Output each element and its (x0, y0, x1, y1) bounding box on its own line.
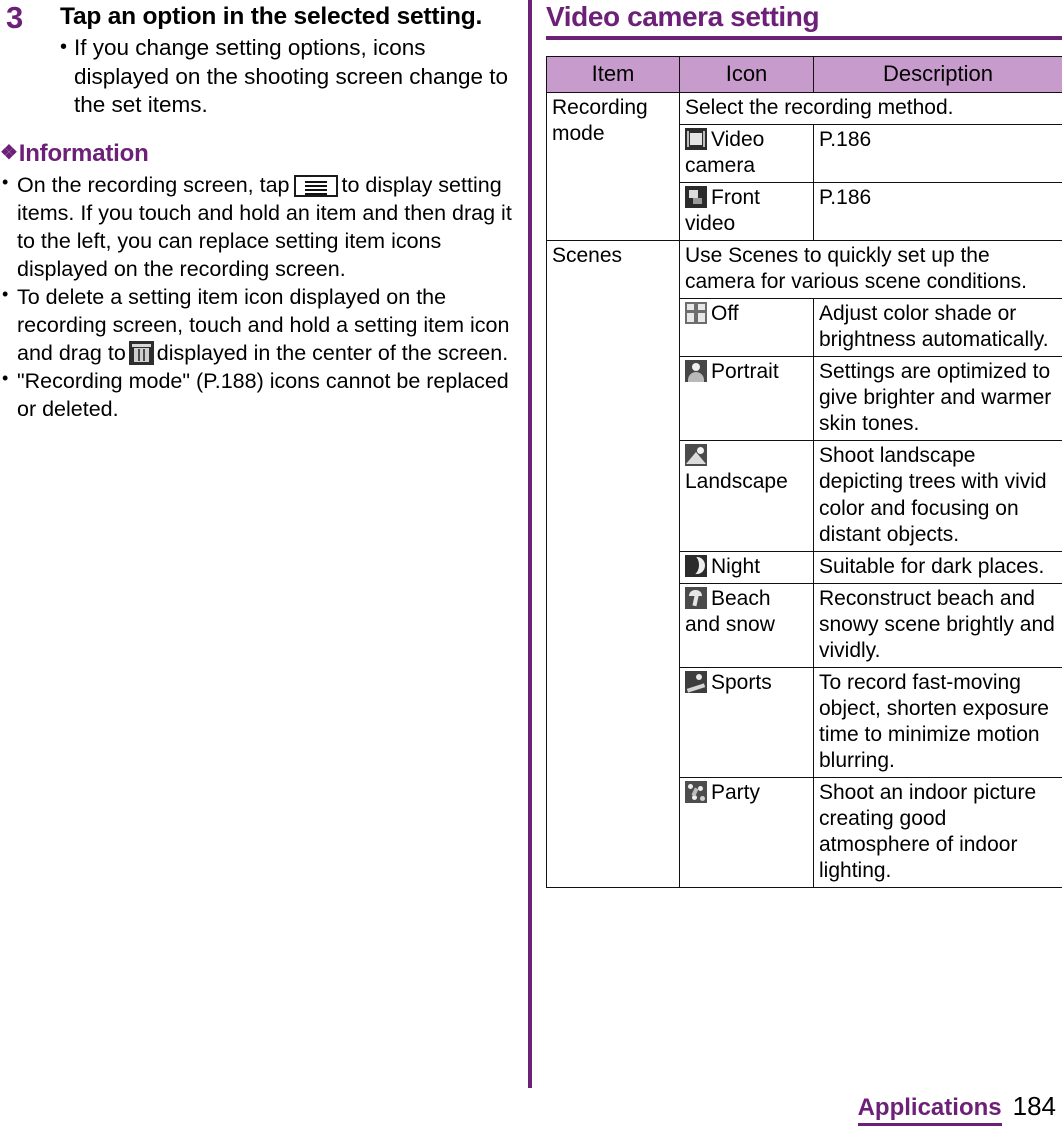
description-cell: Shoot landscape depicting trees with viv… (813, 440, 1062, 552)
description-cell: Shoot an indoor picture creating good at… (813, 776, 1062, 888)
column-header-description: Description (813, 55, 1062, 94)
table-header-row: Item Icon Description (546, 55, 1062, 94)
trash-icon (128, 340, 154, 365)
scene-off-icon (685, 302, 707, 325)
description-cell: Reconstruct beach and snowy scene bright… (813, 582, 1062, 668)
icon-cell: Beach and snow (679, 582, 814, 668)
information-heading-label: Information (18, 140, 149, 168)
step-number: 3 (6, 0, 24, 35)
list-item: On the recording screen, tapto display s… (0, 171, 516, 284)
item-scenes: Scenes (546, 240, 680, 888)
title-rule (546, 35, 1062, 40)
bullet-3-text: "Recording mode" (P.188) icons cannot be… (17, 368, 509, 421)
footer-page-number: 184 (1012, 1090, 1056, 1121)
description-cell: Adjust color shade or brightness automat… (813, 298, 1062, 358)
list-item: "Recording mode" (P.188) icons cannot be… (0, 367, 516, 424)
description-cell: P.186 (813, 182, 1062, 242)
column-header-icon: Icon (679, 55, 814, 94)
step-title: Tap an option in the selected setting. (60, 3, 483, 30)
description-cell: Settings are optimized to give brighter … (813, 356, 1062, 442)
list-item: To delete a setting item icon displayed … (0, 283, 516, 368)
description-cell: Suitable for dark places. (813, 550, 1062, 584)
table-row: Scenes Use Scenes to quickly set up the … (546, 240, 1062, 888)
icon-cell: Off (679, 298, 814, 358)
table-row: Recording mode Select the recording meth… (546, 92, 1062, 242)
page-title: Video camera setting (546, 1, 820, 32)
left-column: 3 Tap an option in the selected setting.… (0, 0, 516, 424)
video-camera-setting-table: Item Icon Description Recording mode Sel… (546, 55, 1062, 888)
scene-party-icon (685, 780, 707, 803)
icon-cell: Landscape (679, 440, 814, 552)
scene-landscape-icon (685, 444, 707, 467)
description-cell: P.186 (813, 124, 1062, 184)
step-3-block: 3 Tap an option in the selected setting.… (0, 2, 516, 120)
icon-cell: Video camera (679, 124, 814, 184)
icon-label-text: Party (711, 780, 761, 804)
step-body: Tap an option in the selected setting. •… (50, 2, 516, 120)
icon-cell: Sports (679, 666, 814, 778)
scene-beach-snow-icon (685, 586, 707, 609)
step-sub-text: If you change setting options, icons dis… (74, 34, 509, 118)
information-bullet-list: On the recording screen, tapto display s… (0, 171, 516, 424)
step-sub-bullet: • If you change setting options, icons d… (60, 34, 516, 120)
bullet-2-text-after: displayed in the center of the screen. (156, 340, 509, 365)
footer-chapter-label: Applications (857, 1094, 1002, 1126)
column-divider (528, 0, 532, 1088)
icon-cell: Front video (679, 182, 814, 242)
item-recording-mode: Recording mode (546, 92, 680, 242)
page-footer: Applications 184 (857, 1090, 1062, 1126)
bullet-1-text-before: On the recording screen, tap (17, 173, 290, 198)
icon-label-text: Off (711, 302, 739, 326)
group-intro-recording-mode: Select the recording method. (679, 92, 1062, 126)
icon-cell: Portrait (679, 356, 814, 442)
scene-portrait-icon (685, 360, 707, 383)
video-camera-icon (685, 128, 707, 151)
scene-sports-icon (685, 670, 707, 693)
column-header-item: Item (546, 55, 680, 94)
icon-label-text: Night (711, 554, 761, 578)
menu-button-icon (293, 175, 338, 198)
group-intro-scenes: Use Scenes to quickly set up the camera … (679, 240, 1062, 300)
bullet-dot-icon: • (60, 35, 68, 58)
icon-cell: Night (679, 550, 814, 584)
description-cell: To record fast-moving object, shorten ex… (813, 666, 1062, 778)
manual-page: 3 Tap an option in the selected setting.… (0, 0, 1062, 1131)
scene-night-icon (685, 554, 707, 577)
information-heading: ❖ Information (0, 140, 516, 168)
icon-label-text: Portrait (711, 360, 779, 384)
icon-label-text: Landscape (685, 470, 788, 494)
right-column: Video camera setting Item Icon Descripti… (546, 0, 1062, 888)
front-video-icon (685, 186, 707, 209)
diamond-icon: ❖ (0, 142, 18, 165)
icon-cell: Party (679, 776, 814, 888)
icon-label-text: Sports (711, 670, 772, 694)
